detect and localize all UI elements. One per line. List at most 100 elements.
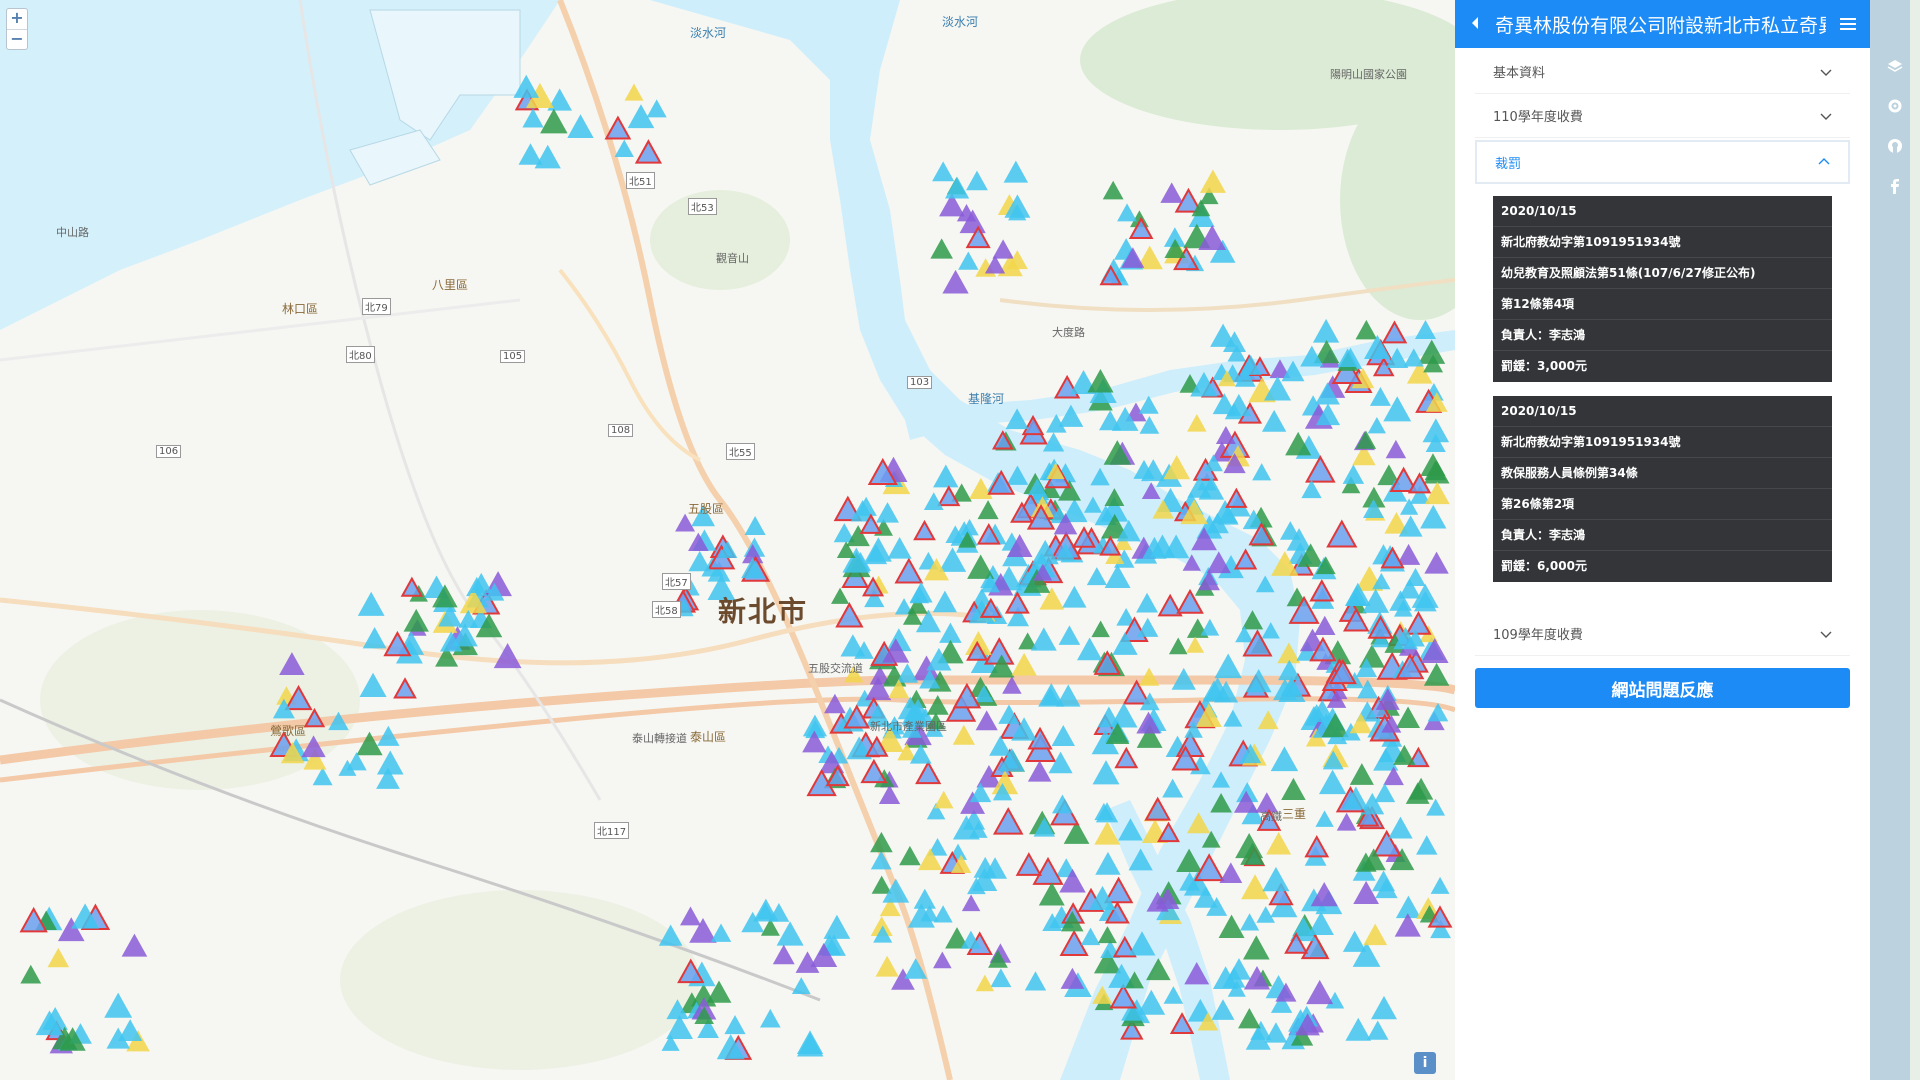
school-marker-icon[interactable]: [864, 537, 892, 562]
school-marker-icon[interactable]: [1388, 816, 1413, 839]
school-marker-icon[interactable]: [1027, 760, 1052, 782]
accordion-penalty[interactable]: 裁罰: [1475, 140, 1850, 184]
school-marker-icon[interactable]: [1002, 676, 1022, 694]
school-marker-icon[interactable]: [1086, 567, 1107, 586]
school-marker-icon[interactable]: [1270, 746, 1299, 772]
school-marker-icon[interactable]: [958, 251, 979, 270]
school-marker-icon[interactable]: [1006, 465, 1029, 485]
school-marker-icon[interactable]: [1233, 548, 1258, 570]
school-marker-icon[interactable]: [1210, 792, 1232, 813]
school-marker-icon[interactable]: [567, 114, 594, 138]
school-marker-icon[interactable]: [772, 944, 795, 965]
school-marker-icon[interactable]: [1058, 404, 1084, 427]
school-marker-icon[interactable]: [1315, 810, 1334, 827]
school-marker-icon[interactable]: [1223, 709, 1243, 727]
school-marker-icon[interactable]: [1261, 622, 1280, 639]
school-marker-icon[interactable]: [896, 663, 919, 683]
school-marker-icon[interactable]: [1374, 783, 1396, 803]
school-marker-icon[interactable]: [493, 643, 522, 669]
school-marker-icon[interactable]: [1080, 927, 1101, 946]
school-marker-icon[interactable]: [1312, 318, 1340, 343]
school-marker-icon[interactable]: [1238, 1008, 1261, 1029]
school-marker-icon[interactable]: [1062, 585, 1087, 608]
school-marker-icon[interactable]: [20, 964, 42, 984]
school-marker-icon[interactable]: [1138, 395, 1159, 414]
school-marker-icon[interactable]: [831, 587, 850, 604]
school-marker-icon[interactable]: [1353, 880, 1379, 904]
school-marker-icon[interactable]: [624, 83, 644, 101]
school-marker-icon[interactable]: [470, 572, 493, 593]
school-marker-icon[interactable]: [634, 139, 662, 164]
school-marker-icon[interactable]: [403, 608, 429, 632]
school-marker-icon[interactable]: [1114, 746, 1139, 769]
accordion-basic-info[interactable]: 基本資料: [1475, 50, 1850, 94]
school-marker-icon[interactable]: [992, 807, 1024, 835]
school-marker-icon[interactable]: [1403, 348, 1424, 367]
school-marker-icon[interactable]: [518, 143, 543, 165]
school-marker-icon[interactable]: [1257, 710, 1279, 730]
school-marker-icon[interactable]: [1427, 702, 1449, 722]
school-marker-icon[interactable]: [1052, 794, 1073, 814]
school-marker-icon[interactable]: [1345, 1017, 1372, 1041]
school-marker-icon[interactable]: [534, 144, 561, 169]
school-marker-icon[interactable]: [1309, 579, 1335, 602]
school-marker-icon[interactable]: [1092, 985, 1113, 1004]
school-marker-icon[interactable]: [362, 627, 387, 649]
school-marker-icon[interactable]: [724, 1015, 746, 1035]
school-marker-icon[interactable]: [932, 590, 957, 613]
school-marker-icon[interactable]: [840, 634, 866, 657]
accordion-fees-109[interactable]: 109學年度收費: [1475, 612, 1850, 656]
school-marker-icon[interactable]: [1144, 796, 1172, 821]
school-marker-icon[interactable]: [875, 955, 899, 977]
settings-gear-icon[interactable]: [1884, 98, 1906, 120]
school-marker-icon[interactable]: [1091, 620, 1110, 638]
school-marker-icon[interactable]: [870, 831, 893, 853]
map-info-icon[interactable]: i: [1414, 1052, 1436, 1074]
school-marker-icon[interactable]: [1424, 551, 1449, 574]
school-marker-icon[interactable]: [377, 725, 400, 746]
school-marker-icon[interactable]: [1199, 169, 1226, 193]
school-marker-icon[interactable]: [680, 906, 702, 926]
school-marker-icon[interactable]: [952, 724, 975, 745]
school-marker-icon[interactable]: [1146, 958, 1171, 981]
school-marker-icon[interactable]: [1128, 848, 1153, 871]
school-marker-icon[interactable]: [1342, 464, 1365, 484]
school-marker-icon[interactable]: [1252, 463, 1272, 481]
school-marker-icon[interactable]: [328, 711, 349, 731]
school-marker-icon[interactable]: [1160, 182, 1184, 203]
school-marker-icon[interactable]: [1308, 911, 1334, 935]
school-marker-icon[interactable]: [1168, 637, 1188, 655]
school-marker-icon[interactable]: [887, 537, 912, 559]
school-marker-icon[interactable]: [1240, 913, 1260, 931]
school-marker-icon[interactable]: [759, 1008, 781, 1028]
school-marker-icon[interactable]: [966, 170, 988, 191]
school-marker-icon[interactable]: [939, 622, 962, 643]
back-arrow-icon[interactable]: [1455, 15, 1495, 34]
school-marker-icon[interactable]: [933, 790, 954, 809]
school-marker-icon[interactable]: [870, 850, 892, 870]
school-marker-icon[interactable]: [1024, 971, 1047, 991]
school-marker-icon[interactable]: [1004, 591, 1030, 614]
facebook-icon[interactable]: [1884, 178, 1906, 200]
school-marker-icon[interactable]: [1003, 160, 1029, 183]
school-marker-icon[interactable]: [913, 519, 936, 541]
zoom-out-button[interactable]: −: [7, 29, 27, 49]
school-marker-icon[interactable]: [1355, 319, 1378, 340]
school-marker-icon[interactable]: [1095, 851, 1121, 875]
school-marker-icon[interactable]: [860, 758, 888, 784]
accordion-fees-110[interactable]: 110學年度收費: [1475, 94, 1850, 138]
school-marker-icon[interactable]: [279, 652, 305, 676]
school-marker-icon[interactable]: [932, 161, 955, 182]
school-marker-icon[interactable]: [1414, 319, 1437, 339]
school-marker-icon[interactable]: [1138, 667, 1160, 686]
school-marker-icon[interactable]: [977, 500, 999, 520]
school-marker-icon[interactable]: [933, 905, 953, 923]
school-marker-icon[interactable]: [1118, 818, 1143, 841]
map-view[interactable]: 新北市 林口區 八里區 五股區 泰山區 鶯歌區 三重 淡水河 淡水河 基隆河 五…: [0, 0, 1455, 1080]
school-marker-icon[interactable]: [513, 74, 540, 98]
school-marker-icon[interactable]: [913, 888, 936, 909]
school-marker-icon[interactable]: [835, 602, 864, 628]
school-marker-icon[interactable]: [1137, 989, 1166, 1015]
school-marker-icon[interactable]: [899, 845, 921, 866]
school-marker-icon[interactable]: [1405, 567, 1426, 586]
